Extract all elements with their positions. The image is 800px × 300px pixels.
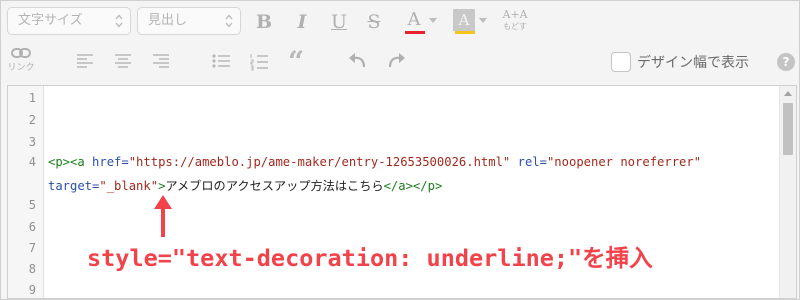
line-number: 2 <box>28 113 36 127</box>
html-attribute: target= <box>48 179 100 193</box>
redo-button[interactable] <box>385 49 409 73</box>
redo-icon <box>388 53 405 68</box>
link-icon <box>11 48 31 58</box>
line-number: 6 <box>28 220 36 234</box>
toolbar: 文字サイズ 見出し B I U S A A A+A もどす リンク “ デザイン… <box>1 1 799 81</box>
undo-button[interactable] <box>345 49 369 73</box>
bullet-list-icon <box>212 54 230 68</box>
html-tag: <p><a <box>48 155 93 169</box>
line-number: 3 <box>28 135 36 149</box>
background-color-swatch <box>455 31 475 34</box>
align-center-button[interactable] <box>111 49 135 73</box>
heading-select[interactable]: 見出し <box>137 7 241 35</box>
design-width-label: デザイン幅で表示 <box>637 55 749 71</box>
line-number: 7 <box>28 241 36 255</box>
numbered-list-button[interactable] <box>247 49 271 73</box>
font-size-select-label: 文字サイズ <box>18 13 83 28</box>
ruby-icon: A+A <box>502 8 528 21</box>
strikethrough-icon: S <box>367 11 381 33</box>
scrollbar-thumb[interactable] <box>783 103 793 155</box>
html-attribute: href= <box>92 155 129 169</box>
underline-button[interactable]: U <box>327 9 351 35</box>
annotation-text: style="text-decoration: underline;"を挿入 <box>87 244 653 272</box>
quote-icon: “ <box>288 45 305 78</box>
code-line-4-wrap: target="_blank">アメブロのアクセスアップ方法はこちら</a></… <box>48 176 442 194</box>
underline-icon: U <box>330 11 347 33</box>
line-number: 5 <box>28 198 36 212</box>
select-arrows-icon <box>225 14 233 28</box>
undo-icon <box>349 53 366 68</box>
chevron-down-icon <box>429 18 437 23</box>
ruby-button[interactable]: A+A もどす <box>499 9 531 37</box>
chevron-down-icon <box>479 18 487 23</box>
numbered-list-icon <box>250 54 268 71</box>
italic-icon: I <box>297 11 307 33</box>
design-width-checkbox[interactable] <box>611 52 631 72</box>
bullet-list-button[interactable] <box>209 49 233 73</box>
link-label: リンク <box>7 63 35 73</box>
background-color-icon: A <box>453 9 475 31</box>
design-width-toggle[interactable]: デザイン幅で表示 <box>611 51 749 73</box>
heading-select-label: 見出し <box>148 13 188 28</box>
italic-button[interactable]: I <box>291 9 313 35</box>
font-color-button[interactable]: A <box>403 9 437 37</box>
bold-icon: B <box>255 11 273 33</box>
html-tag: </a></p> <box>383 179 443 193</box>
ruby-label: もどす <box>503 22 527 31</box>
line-number: 1 <box>28 91 36 105</box>
annotation-arrow-icon <box>154 195 172 237</box>
align-center-icon <box>115 54 131 68</box>
code-line-4: <p><a href="https://ameblo.jp/ame-maker/… <box>48 155 701 169</box>
select-arrows-icon <box>115 14 123 28</box>
vertical-scrollbar[interactable] <box>779 86 796 298</box>
attribute-value: "noopener noreferrer" <box>546 155 702 169</box>
help-icon[interactable]: ? <box>777 53 795 71</box>
quote-button[interactable]: “ <box>285 45 309 78</box>
link-text: アメブロのアクセスアップ方法はこちら <box>165 179 384 193</box>
html-attribute: rel= <box>510 155 547 169</box>
scroll-up-icon[interactable] <box>784 91 792 96</box>
editor-window: 文字サイズ 見出し B I U S A A A+A もどす リンク “ デザイン… <box>0 0 800 300</box>
font-color-icon: A <box>407 9 421 30</box>
align-left-icon <box>77 54 93 68</box>
align-right-button[interactable] <box>149 49 173 73</box>
line-number: 9 <box>28 283 36 297</box>
font-size-select[interactable]: 文字サイズ <box>7 7 131 35</box>
attribute-value: "_blank" <box>99 179 159 193</box>
link-button[interactable]: リンク <box>5 45 37 75</box>
line-number-gutter: 1 2 3 4 5 6 7 8 9 <box>8 86 44 298</box>
strikethrough-button[interactable]: S <box>363 9 385 35</box>
line-number: 4 <box>28 155 36 169</box>
align-right-icon <box>153 54 169 68</box>
bold-button[interactable]: B <box>251 9 277 35</box>
attribute-value: "https://ameblo.jp/ame-maker/entry-12653… <box>128 155 511 169</box>
line-number: 8 <box>28 262 36 276</box>
background-color-button[interactable]: A <box>453 9 487 37</box>
font-color-swatch <box>405 31 425 34</box>
align-left-button[interactable] <box>73 49 97 73</box>
